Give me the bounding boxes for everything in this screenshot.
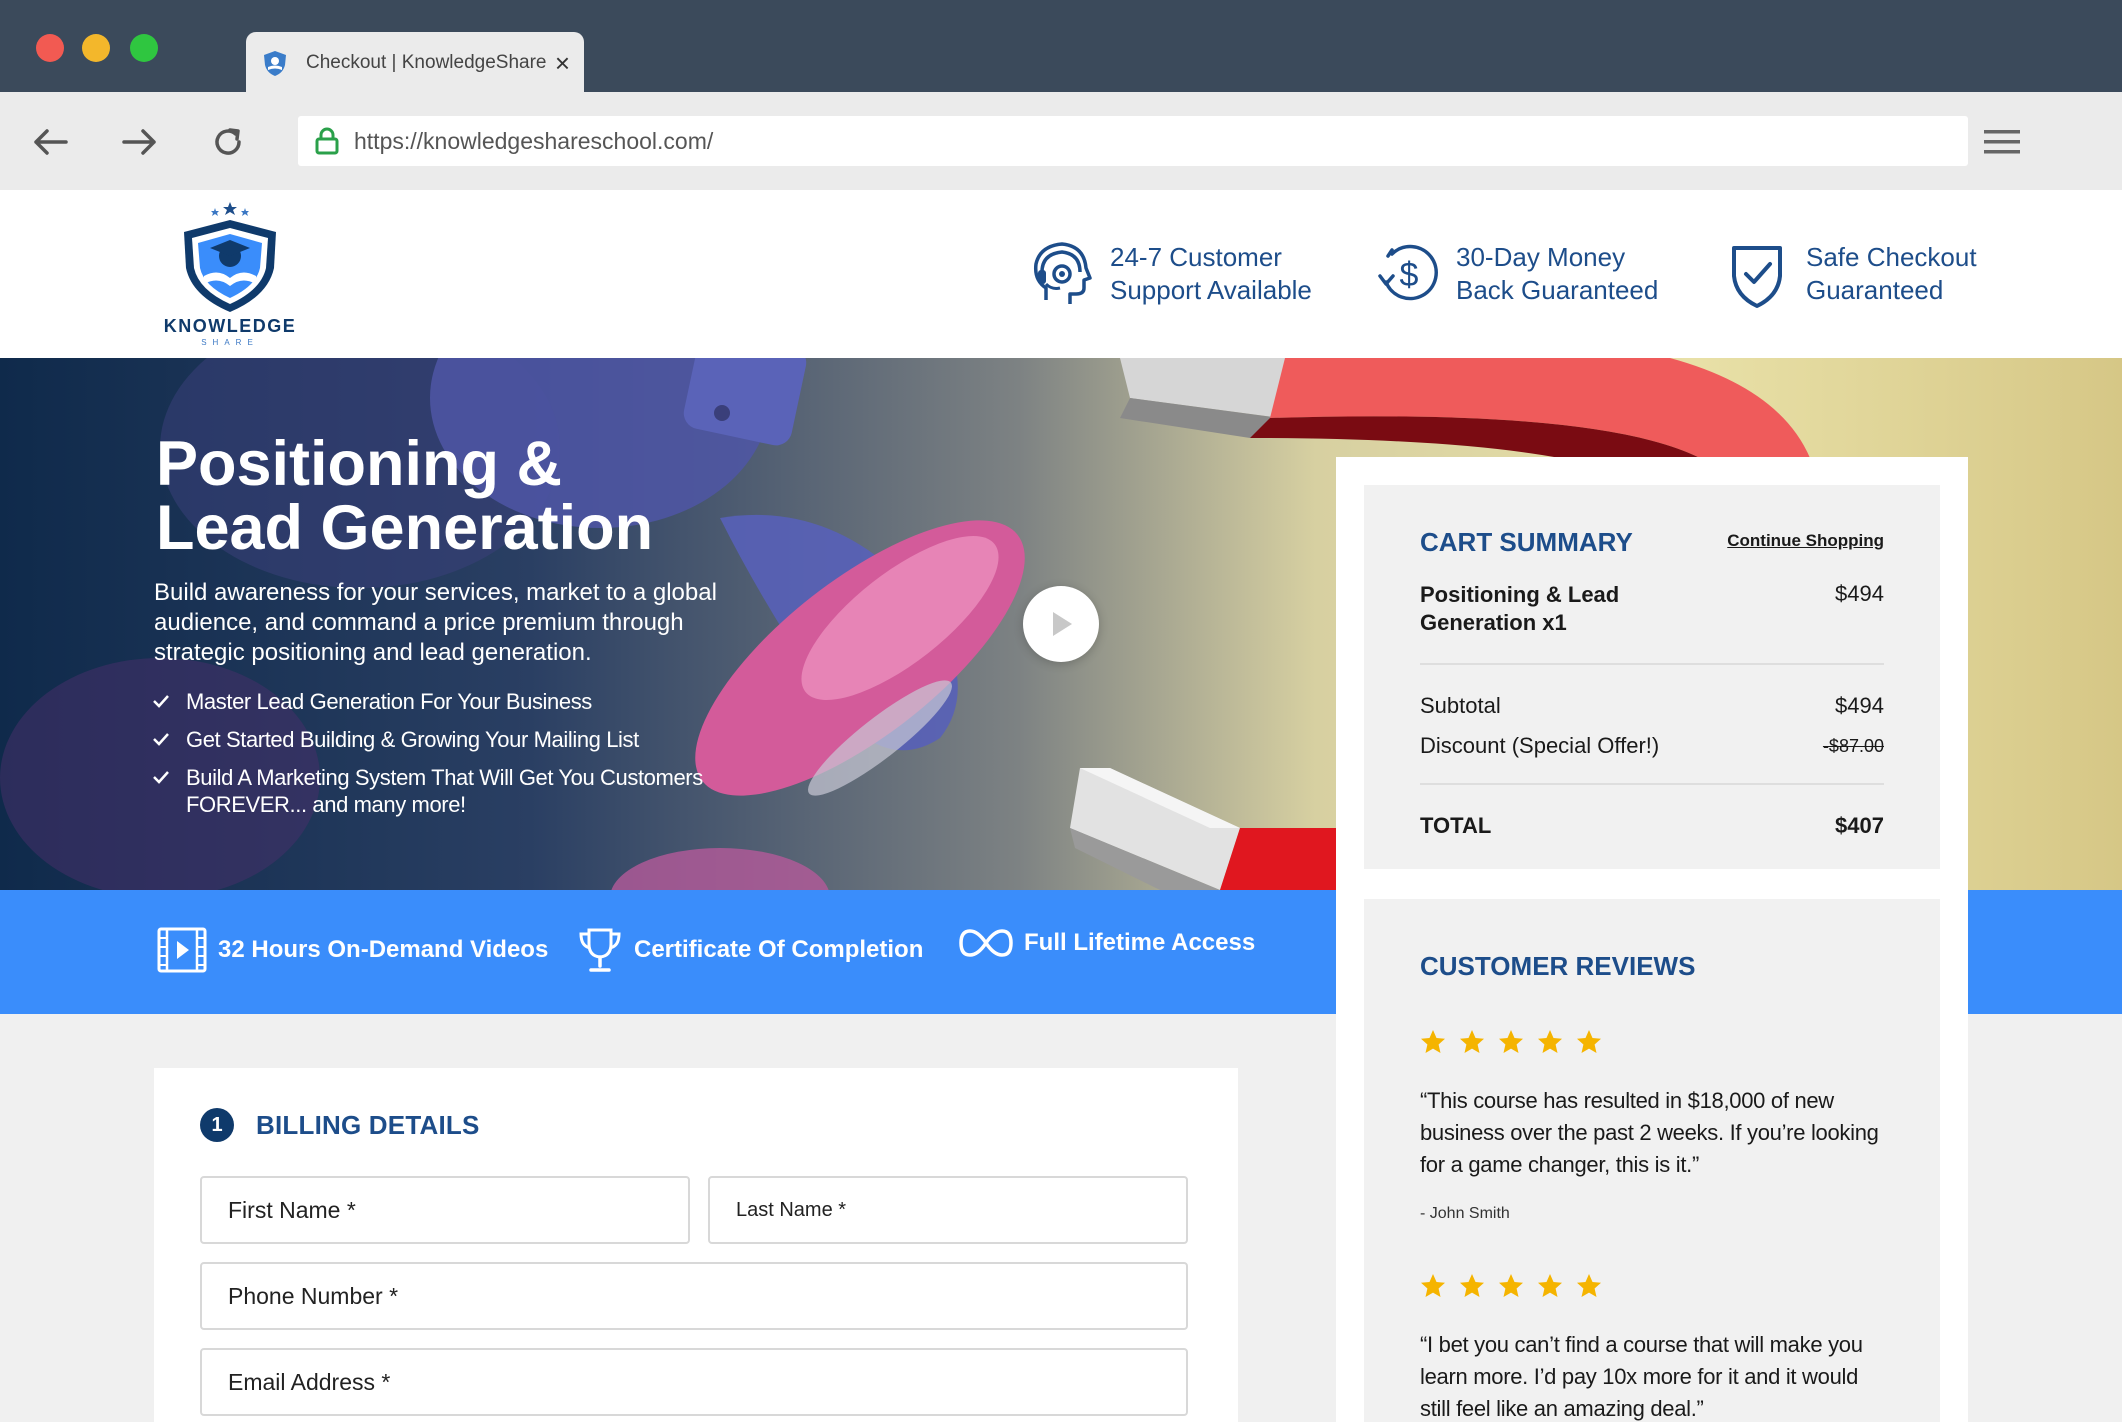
- star-icon: [1499, 1030, 1523, 1053]
- continue-shopping-link[interactable]: Continue Shopping: [1727, 531, 1884, 551]
- star-icon: [1577, 1030, 1601, 1053]
- star-icon: [1538, 1274, 1562, 1297]
- tab-close-icon[interactable]: ×: [555, 50, 570, 76]
- cart-summary-card: CART SUMMARY Continue Shopping Positioni…: [1364, 485, 1940, 869]
- strip-item-certificate: Certificate Of Completion: [576, 926, 923, 974]
- feature-support: 24-7 Customer Support Available: [1026, 238, 1312, 310]
- feature-money-back: $ 30-Day Money Back Guaranteed: [1372, 238, 1658, 310]
- feature-safe-checkout-text: Safe Checkout Guaranteed: [1806, 242, 1977, 305]
- lock-icon: [315, 127, 339, 155]
- cart-item-price: $494: [1835, 581, 1884, 606]
- hero-title: Positioning & Lead Generation: [156, 429, 654, 563]
- cart-summary-title: CART SUMMARY: [1420, 527, 1633, 557]
- list-item: Get Started Building & Growing Your Mail…: [152, 726, 712, 753]
- list-item: Master Lead Generation For Your Business: [152, 688, 712, 715]
- step-number-badge: 1: [200, 1108, 234, 1142]
- logo-subtext: SHARE: [201, 338, 259, 347]
- reload-icon: [215, 128, 241, 155]
- subtotal-row: Subtotal $494: [1420, 693, 1884, 718]
- billing-details-section: 1 BILLING DETAILS: [154, 1068, 1238, 1422]
- maximize-window-button[interactable]: [130, 34, 158, 62]
- cart-line-item: Positioning & Lead Generation x1 $494: [1420, 581, 1884, 637]
- last-name-input[interactable]: [708, 1176, 1188, 1244]
- svg-text:$: $: [1400, 256, 1419, 294]
- feature-safe-checkout: Safe Checkout Guaranteed: [1722, 238, 1977, 310]
- hero-benefit-list: Master Lead Generation For Your Business…: [152, 688, 712, 829]
- reviews-title: CUSTOMER REVIEWS: [1420, 951, 1696, 981]
- reload-button[interactable]: [202, 116, 254, 168]
- discount-row: Discount (Special Offer!) -$87.00: [1420, 733, 1884, 758]
- infinity-icon: [959, 929, 1013, 957]
- check-icon: [153, 771, 169, 784]
- shield-check-icon: [1732, 246, 1782, 308]
- back-button[interactable]: [24, 116, 76, 168]
- total-row: TOTAL $407: [1420, 813, 1884, 838]
- star-rating: [1420, 1273, 1602, 1299]
- strip-item-videos: 32 Hours On-Demand Videos: [156, 926, 548, 974]
- hamburger-menu-icon[interactable]: [1980, 124, 2024, 160]
- hero-description: Build awareness for your services, marke…: [154, 579, 717, 666]
- feature-money-back-text: 30-Day Money Back Guaranteed: [1456, 242, 1659, 305]
- star-rating: [1420, 1029, 1602, 1055]
- trophy-icon: [579, 928, 621, 972]
- browser-tab[interactable]: Checkout | KnowledgeShare ×: [246, 32, 584, 94]
- check-icon: [153, 733, 169, 746]
- headset-icon: [1033, 242, 1092, 304]
- checkout-sidebar: CART SUMMARY Continue Shopping Positioni…: [1336, 457, 1968, 1422]
- list-item: Build A Marketing System That Will Get Y…: [152, 764, 712, 818]
- star-icon: [1577, 1274, 1601, 1297]
- feature-support-text: 24-7 Customer Support Available: [1110, 242, 1312, 305]
- star-icon: [1538, 1030, 1562, 1053]
- discount-value: -$87.00: [1822, 736, 1884, 756]
- star-icon: [1499, 1274, 1523, 1297]
- browser-toolbar: https://knowledgeshareschool.com/: [0, 92, 2122, 190]
- billing-title: BILLING DETAILS: [256, 1109, 480, 1140]
- close-window-button[interactable]: [36, 34, 64, 62]
- review-quote: “I bet you can’t find a course that will…: [1420, 1332, 1863, 1421]
- check-icon: [153, 695, 169, 708]
- logo-wordmark: KNOWLEDGE: [163, 316, 297, 336]
- cart-item-name: Positioning & Lead Generation x1: [1420, 582, 1620, 635]
- url-text: https://knowledgeshareschool.com/: [354, 127, 714, 154]
- arrow-left-icon: [34, 129, 68, 155]
- divider: [1420, 663, 1884, 665]
- email-address-input[interactable]: [200, 1348, 1188, 1416]
- play-icon: [1053, 612, 1072, 636]
- video-icon: [157, 927, 207, 973]
- total-value: $407: [1835, 813, 1884, 838]
- star-icon: [1421, 1030, 1445, 1053]
- minimize-window-button[interactable]: [82, 34, 110, 62]
- billing-header: 1 BILLING DETAILS: [200, 1108, 480, 1142]
- customer-reviews-card: CUSTOMER REVIEWS “This course has result…: [1364, 899, 1940, 1422]
- first-name-input[interactable]: [200, 1176, 690, 1244]
- subtotal-value: $494: [1835, 693, 1884, 718]
- page: Checkout | KnowledgeShare × https://know…: [0, 0, 2122, 1422]
- logo-shield-icon: [184, 202, 276, 312]
- star-icon: [1460, 1274, 1484, 1297]
- review-author: - John Smith: [1420, 1205, 1510, 1222]
- browser-titlebar: Checkout | KnowledgeShare ×: [0, 0, 2122, 94]
- site-header: KNOWLEDGE SHARE 24-7 Customer Support Av…: [0, 190, 2122, 358]
- star-icon: [1460, 1030, 1484, 1053]
- star-icon: [1421, 1274, 1445, 1297]
- knowledgeshare-logo[interactable]: KNOWLEDGE SHARE: [160, 198, 300, 348]
- strip-item-lifetime: Full Lifetime Access: [958, 926, 1255, 960]
- phone-number-input[interactable]: [200, 1262, 1188, 1330]
- forward-button[interactable]: [114, 116, 166, 168]
- video-play-button[interactable]: [1023, 586, 1099, 662]
- tab-title: Checkout | KnowledgeShare: [306, 52, 547, 73]
- review-quote: “This course has resulted in $18,000 of …: [1420, 1088, 1879, 1177]
- address-bar[interactable]: https://knowledgeshareschool.com/: [298, 116, 1968, 166]
- divider: [1420, 783, 1884, 785]
- favicon-shield-icon: [264, 51, 286, 76]
- arrow-right-icon: [122, 129, 156, 155]
- money-back-icon: $: [1378, 244, 1438, 301]
